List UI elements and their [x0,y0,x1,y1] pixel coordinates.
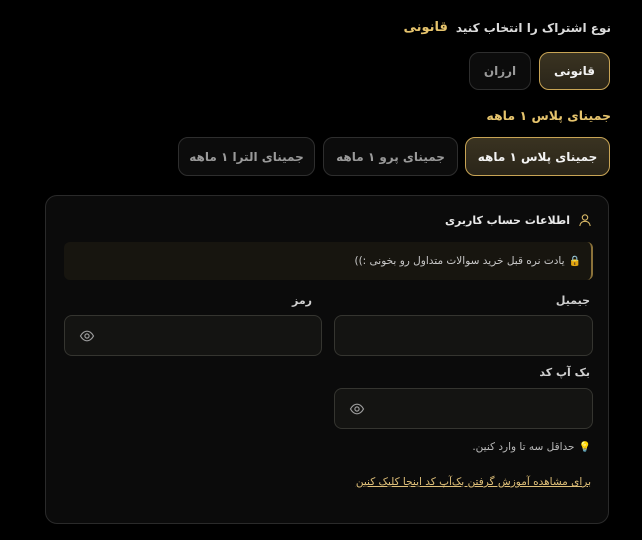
notice-text: یادت نره قبل خرید سوالات متداول رو بخونی… [354,255,565,267]
email-field[interactable] [334,315,593,356]
subscription-option-label: قانونی [553,64,596,78]
plan-option-label: جمینای الترا ۱ ماهه [189,149,304,164]
account-info-card: اطلاعات حساب کاربری 🔒 یادت نره قبل خرید … [45,195,609,524]
plan-heading: جمینای پلاس ۱ ماهه [486,108,611,123]
backup-tutorial-link[interactable]: برای مشاهده آموزش گرفتن بک‌آپ کد اینجا ک… [351,474,591,490]
account-info-title: اطلاعات حساب کاربری [444,213,570,227]
password-field[interactable] [64,315,322,356]
email-label: جیمیل [555,294,590,307]
lightbulb-icon: 💡 [578,441,591,453]
subscription-option-label: ارزان [483,64,517,78]
backup-code-label: بک آپ کد [539,366,590,379]
faq-notice: 🔒 یادت نره قبل خرید سوالات متداول رو بخو… [64,242,593,280]
subscription-option-legal[interactable]: قانونی [539,52,610,90]
account-info-header: اطلاعات حساب کاربری [445,213,592,227]
subscription-selected-value: قانونی [403,20,448,35]
plan-option-label: جمینای پرو ۱ ماهه [336,149,445,164]
user-icon [578,213,592,227]
eye-icon[interactable] [79,328,95,344]
subscription-heading-label: نوع اشتراک را انتخاب کنید [455,20,611,35]
lock-icon: 🔒 [568,255,581,267]
subscription-option-cheap[interactable]: ارزان [469,52,531,90]
plan-option-ultra[interactable]: جمینای الترا ۱ ماهه [178,137,315,176]
password-label: رمز [292,294,312,307]
eye-icon[interactable] [349,401,365,417]
subscription-heading: نوع اشتراک را انتخاب کنید قانونی [403,20,611,35]
hint-text: حداقل سه تا وارد کنین. [472,441,575,453]
backup-code-hint: 💡 حداقل سه تا وارد کنین. [472,441,591,453]
backup-code-field[interactable] [334,388,593,429]
plan-option-plus[interactable]: جمینای پلاس ۱ ماهه [465,137,610,176]
plan-option-label: جمینای پلاس ۱ ماهه [477,149,598,164]
plan-option-pro[interactable]: جمینای پرو ۱ ماهه [323,137,458,176]
